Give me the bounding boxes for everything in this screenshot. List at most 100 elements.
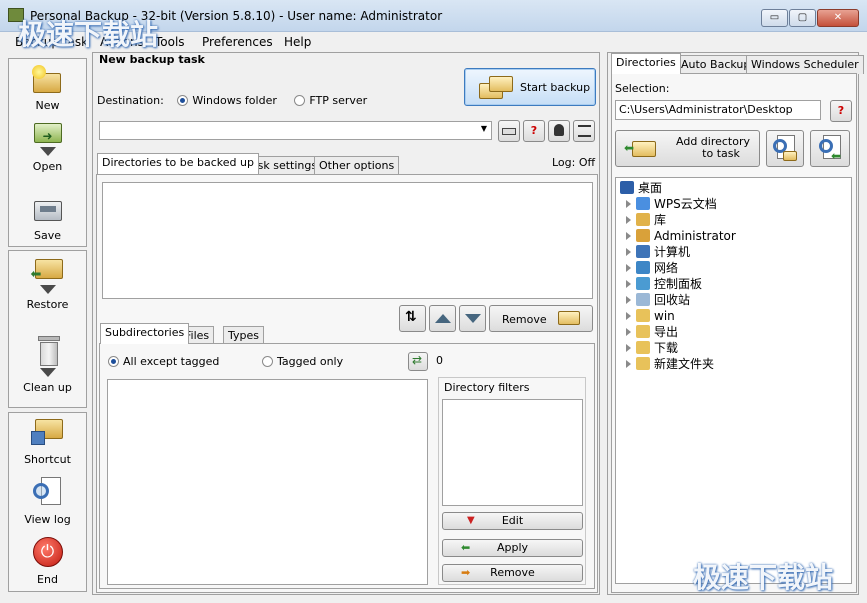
cleanup-dropdown-icon[interactable] xyxy=(39,368,56,377)
list-icon xyxy=(578,125,591,137)
end-label: End xyxy=(37,573,58,586)
dest-windows-label: Windows folder xyxy=(192,94,277,107)
tree-item-label: 下载 xyxy=(654,341,679,355)
restore-button[interactable]: ⬅ Restore xyxy=(9,255,86,311)
tree-item[interactable]: WPS云文档 xyxy=(616,196,851,212)
filter-all-option[interactable]: All except tagged xyxy=(108,355,219,368)
expand-arrow-icon[interactable] xyxy=(626,328,631,336)
sort-button[interactable]: ⇅ xyxy=(399,305,426,332)
viewlog-button[interactable]: View log xyxy=(9,477,86,526)
arrow-left-icon: ⬅ xyxy=(461,541,471,554)
expand-arrow-icon[interactable] xyxy=(626,248,631,256)
recycle-bin-icon xyxy=(636,293,650,306)
tree-item[interactable]: Administrator xyxy=(616,228,851,244)
toolbar-group-file: New ➜ Open Save xyxy=(8,58,87,247)
backup-directories-list[interactable] xyxy=(102,182,593,299)
refresh-button[interactable]: ⇄ xyxy=(408,352,428,371)
directory-filters-list[interactable] xyxy=(442,399,583,506)
filter-tagged-option[interactable]: Tagged only xyxy=(262,355,343,368)
menu-tools[interactable]: Tools xyxy=(155,32,185,52)
expand-arrow-icon[interactable] xyxy=(626,200,631,208)
list-settings-button[interactable] xyxy=(573,120,595,142)
tab-directories[interactable]: Directories to be backed up xyxy=(97,153,259,174)
tree-item[interactable]: 库 xyxy=(616,212,851,228)
open-button[interactable]: ➜ Open xyxy=(9,121,86,173)
expand-arrow-icon[interactable] xyxy=(626,216,631,224)
expand-arrow-icon[interactable] xyxy=(626,280,631,288)
filter-remove-button[interactable]: ➡ Remove xyxy=(442,564,583,582)
expand-arrow-icon[interactable] xyxy=(626,232,631,240)
search-folder-button[interactable] xyxy=(766,130,804,167)
directory-filters-label: Directory filters xyxy=(444,381,530,394)
tree-item[interactable]: 下载 xyxy=(616,340,851,356)
dest-windows-radio[interactable] xyxy=(177,95,189,106)
tree-item[interactable]: 计算机 xyxy=(616,244,851,260)
tree-item-label: 控制面板 xyxy=(654,277,703,291)
expand-arrow-icon[interactable] xyxy=(626,312,631,320)
tree-item[interactable]: win xyxy=(616,308,851,324)
user-settings-button[interactable] xyxy=(548,120,570,142)
maximize-button[interactable]: ▢ xyxy=(789,9,816,27)
destination-path-combo[interactable]: ▼ xyxy=(99,121,492,140)
shortcut-icon xyxy=(30,417,65,449)
subdirectories-tree[interactable] xyxy=(107,379,428,585)
cleanup-button[interactable]: Clean up xyxy=(9,334,86,394)
help-button[interactable]: ? xyxy=(523,120,545,142)
filter-edit-button[interactable]: ▼ Edit xyxy=(442,512,583,530)
filter-tagged-radio[interactable] xyxy=(262,356,273,367)
menu-help[interactable]: Help xyxy=(284,32,311,52)
dest-ftp-option[interactable]: FTP server xyxy=(294,94,367,107)
selection-help-button[interactable]: ? xyxy=(830,100,852,122)
dest-ftp-label: FTP server xyxy=(309,94,368,107)
subtab-subdirectories[interactable]: Subdirectories xyxy=(100,323,190,344)
add-directory-icon: ⬅ xyxy=(624,139,656,159)
selection-field[interactable]: C:\Users\Administrator\Desktop xyxy=(615,100,821,120)
tree-item[interactable]: 控制面板 xyxy=(616,276,851,292)
subtab-content: All except tagged Tagged only ⇄ 0 Direct… xyxy=(99,343,595,589)
save-button[interactable]: Save xyxy=(9,197,86,242)
move-down-button[interactable] xyxy=(459,305,486,332)
folder-tree[interactable]: 桌面 WPS云文档库 Administrator 计算机 网络 控制面板 回收站 win 导出下… xyxy=(615,177,852,584)
minimize-button[interactable]: ▭ xyxy=(761,9,788,27)
open-dropdown-icon[interactable] xyxy=(39,147,56,156)
tab-directories-browser[interactable]: Directories xyxy=(611,53,681,74)
menu-preferences[interactable]: Preferences xyxy=(202,32,273,52)
end-button[interactable]: ⏻ End xyxy=(9,537,86,586)
directories-tab-content: Selection: C:\Users\Administrator\Deskto… xyxy=(611,73,857,593)
user-icon xyxy=(636,229,650,242)
tree-item[interactable]: 桌面 xyxy=(616,180,851,196)
tree-item-label: 计算机 xyxy=(654,245,691,259)
expand-arrow-icon[interactable] xyxy=(626,360,631,368)
expand-arrow-icon[interactable] xyxy=(626,264,631,272)
drive-button[interactable] xyxy=(498,120,520,142)
move-up-button[interactable] xyxy=(429,305,456,332)
tree-item[interactable]: 网络 xyxy=(616,260,851,276)
filter-all-radio[interactable] xyxy=(108,356,119,367)
tab-other-options[interactable]: Other options xyxy=(314,156,400,175)
filter-apply-button[interactable]: ⬅ Apply xyxy=(442,539,583,557)
tab-content: ⇅ Remove Subdirectories Files Types All … xyxy=(96,174,598,593)
add-directory-button[interactable]: ⬅ Add directory to task xyxy=(615,130,760,167)
search-add-button[interactable]: ⬅ xyxy=(810,130,850,167)
remove-directory-button[interactable]: Remove xyxy=(489,305,593,332)
directory-filters-group: Directory filters ▼ Edit ⬅ Apply ➡ Remov… xyxy=(438,377,586,585)
expand-arrow-icon[interactable] xyxy=(626,344,631,352)
viewlog-label: View log xyxy=(24,513,71,526)
expand-arrow-icon[interactable] xyxy=(626,296,631,304)
dest-windows-option[interactable]: Windows folder xyxy=(177,94,277,107)
start-backup-button[interactable]: Start backup xyxy=(464,68,596,106)
shortcut-button[interactable]: Shortcut xyxy=(9,417,86,466)
folder-icon xyxy=(636,357,650,370)
new-label: New xyxy=(35,99,60,112)
new-button[interactable]: New xyxy=(9,63,86,112)
tag-count: 0 xyxy=(436,354,443,367)
tree-item[interactable]: 新建文件夹 xyxy=(616,356,851,372)
chevron-down-icon[interactable]: ▼ xyxy=(481,124,487,133)
tree-item[interactable]: 导出 xyxy=(616,324,851,340)
dest-ftp-radio[interactable] xyxy=(294,95,306,106)
restore-dropdown-icon[interactable] xyxy=(39,285,56,294)
tab-auto-backup[interactable]: Auto Backup xyxy=(676,55,756,74)
tab-windows-scheduler[interactable]: Windows Scheduler xyxy=(746,55,864,74)
close-button[interactable]: ✕ xyxy=(817,9,859,27)
tree-item[interactable]: 回收站 xyxy=(616,292,851,308)
